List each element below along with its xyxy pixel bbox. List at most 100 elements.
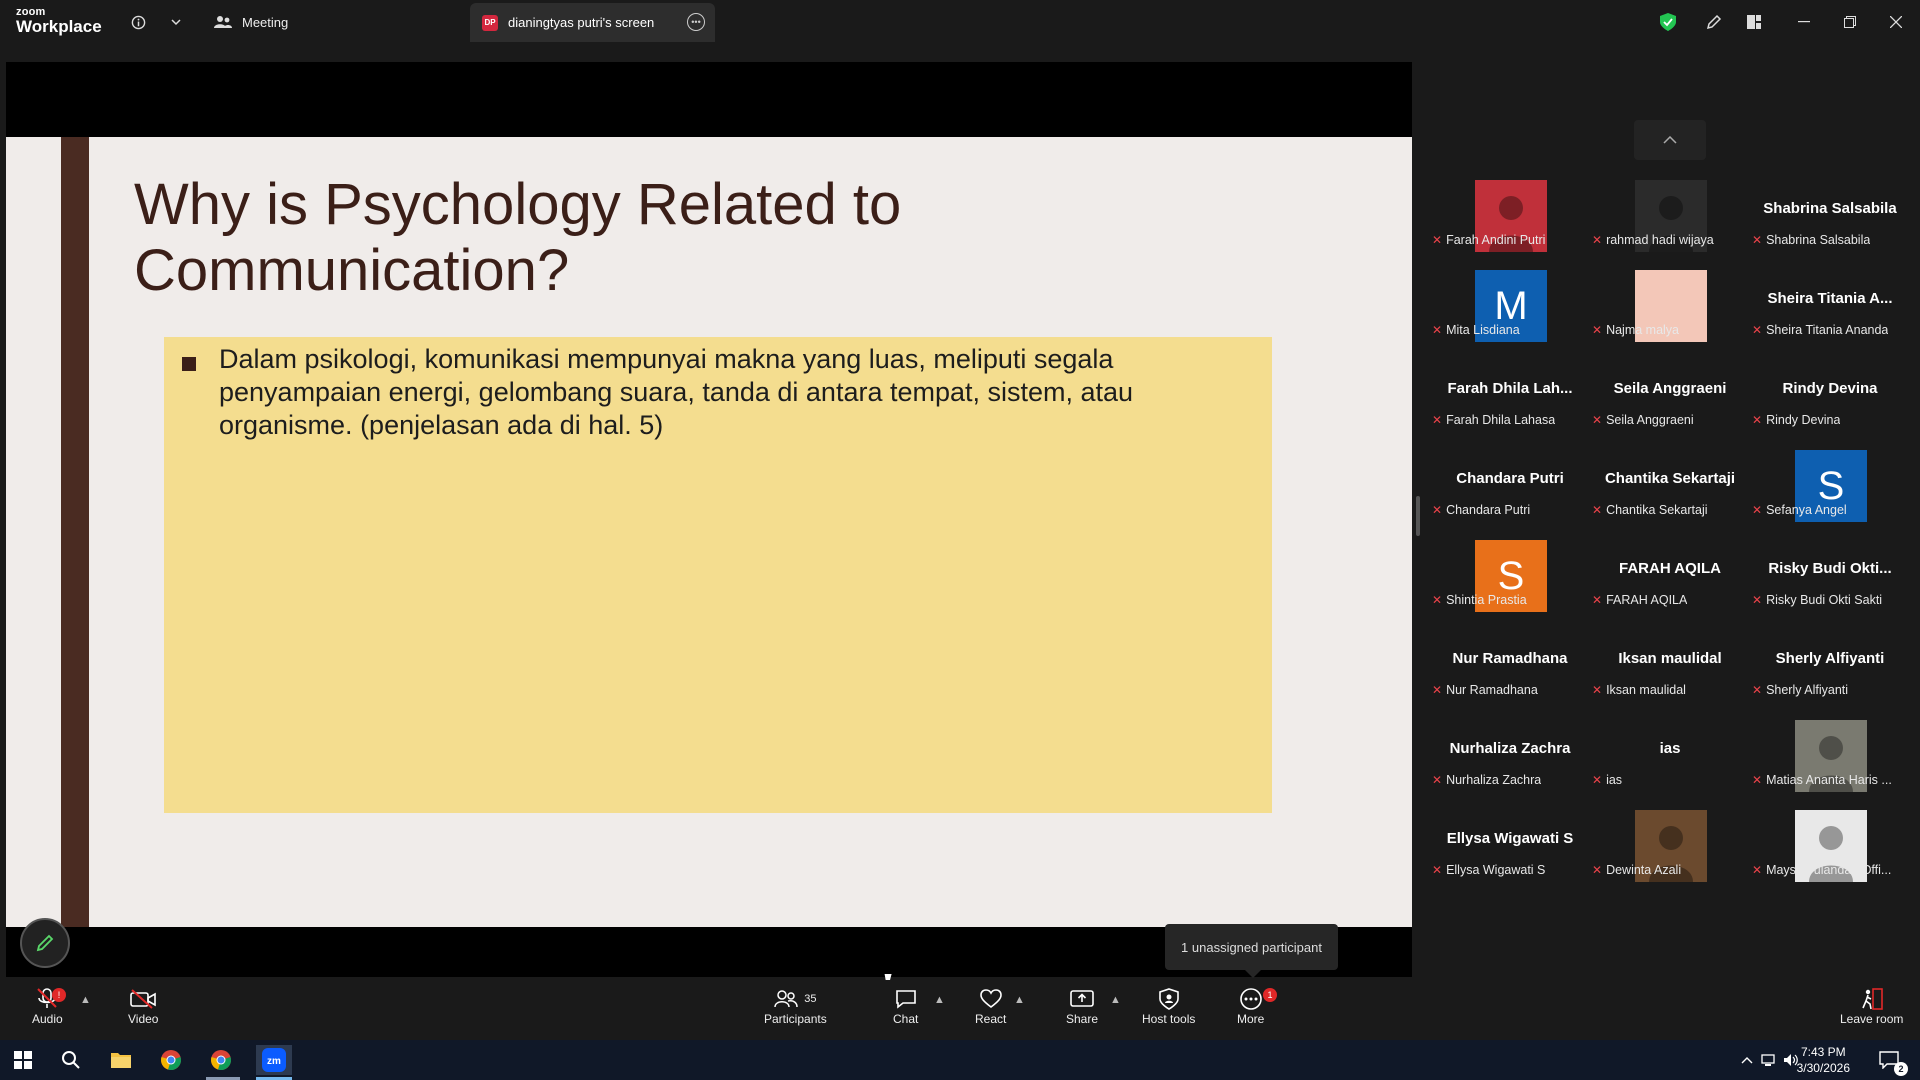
host-tools-button[interactable]: Host tools bbox=[1142, 986, 1195, 1026]
gallery-scroll-up-button[interactable] bbox=[1634, 120, 1706, 160]
slide-title: Why is Psychology Related to Communicati… bbox=[134, 172, 902, 303]
tab-meeting[interactable]: Meeting bbox=[214, 8, 288, 36]
participant-name-label: ✕ Seila Anggraeni bbox=[1590, 409, 1694, 431]
participant-tile[interactable]: ✕ Matias Ananta Haris ... bbox=[1750, 704, 1910, 794]
chevron-down-icon[interactable] bbox=[166, 12, 186, 32]
participant-tile[interactable]: Nurhaliza Zachra ✕ Nurhaliza Zachra bbox=[1430, 704, 1590, 794]
participant-name-label: ✕ Chantika Sekartaji bbox=[1590, 499, 1708, 521]
leave-room-label: Leave room bbox=[1840, 1012, 1904, 1026]
react-options-caret-icon[interactable]: ▲ bbox=[1014, 994, 1025, 1006]
participant-tile[interactable]: Shabrina Salsabila ✕ Shabrina Salsabila bbox=[1750, 164, 1910, 254]
search-icon[interactable] bbox=[56, 1045, 86, 1075]
audio-options-caret-icon[interactable]: ▲ bbox=[80, 994, 91, 1006]
participants-icon bbox=[774, 990, 798, 1008]
participant-name: Chantika Sekartaji bbox=[1606, 503, 1708, 517]
participant-tile[interactable]: Ellysa Wigawati S ✕ Ellysa Wigawati S bbox=[1430, 794, 1590, 884]
zoom-window: zoom Workplace Meeting DP dianingtyas pu… bbox=[0, 0, 1920, 1080]
more-notification-badge: 1 bbox=[1263, 988, 1277, 1002]
share-options-caret-icon[interactable]: ▲ bbox=[1110, 994, 1121, 1006]
participant-tile[interactable]: Seila Anggraeni ✕ Seila Anggraeni bbox=[1590, 344, 1750, 434]
participant-display-name: Risky Budi Okti... bbox=[1768, 560, 1892, 577]
chat-options-caret-icon[interactable]: ▲ bbox=[934, 994, 945, 1006]
participant-name: Chandara Putri bbox=[1446, 503, 1531, 517]
participant-tile[interactable]: ✕ Dewinta Azali bbox=[1590, 794, 1750, 884]
tab-shared-screen[interactable]: DP dianingtyas putri's screen ••• bbox=[470, 3, 715, 42]
file-explorer-icon[interactable] bbox=[106, 1045, 136, 1075]
chevron-up-icon bbox=[1663, 136, 1677, 144]
react-button[interactable]: React bbox=[975, 986, 1006, 1026]
participant-name-label: ✕ Nur Ramadhana bbox=[1430, 679, 1538, 701]
pen-icon[interactable] bbox=[1704, 12, 1724, 32]
svg-text:zm: zm bbox=[267, 1056, 281, 1067]
chrome-profile-icon[interactable] bbox=[206, 1045, 236, 1075]
system-clock[interactable]: 7:43 PM 3/30/2026 bbox=[1797, 1044, 1850, 1076]
participant-tile[interactable]: S ✕ Sefanya Angel bbox=[1750, 434, 1910, 524]
participant-name-label: ✕ Chandara Putri bbox=[1430, 499, 1530, 521]
video-label: Video bbox=[128, 1012, 159, 1026]
mic-muted-icon: ✕ bbox=[1592, 503, 1603, 517]
participant-tile[interactable]: Sheira Titania A... ✕ Sheira Titania Anand… bbox=[1750, 254, 1910, 344]
participant-tile[interactable]: Nur Ramadhana ✕ Nur Ramadhana bbox=[1430, 614, 1590, 704]
participant-tile[interactable]: M ✕ Mita Lisdiana bbox=[1430, 254, 1590, 344]
participant-name: Maysi Wulandari Offi... bbox=[1766, 863, 1892, 877]
leave-icon bbox=[1860, 986, 1884, 1012]
unassigned-participant-tooltip: 1 unassigned participant bbox=[1165, 924, 1338, 978]
participant-tile[interactable]: ✕ Farah Andini Putri bbox=[1430, 164, 1590, 254]
more-label: More bbox=[1237, 1012, 1265, 1026]
participant-tile[interactable]: Farah Dhila Lah... ✕ Farah Dhila Lahasa bbox=[1430, 344, 1590, 434]
participant-tile[interactable]: Rindy Devina ✕ Rindy Devina bbox=[1750, 344, 1910, 434]
participant-display-name: Chandara Putri bbox=[1456, 470, 1564, 487]
participants-button[interactable]: 35 Participants bbox=[764, 986, 827, 1026]
restore-icon[interactable] bbox=[1838, 10, 1862, 34]
slide-decoration-bar bbox=[61, 137, 89, 927]
zoom-taskbar-icon[interactable]: zm bbox=[256, 1045, 292, 1075]
share-button[interactable]: Share bbox=[1066, 986, 1098, 1026]
host-shield-icon bbox=[1158, 986, 1179, 1012]
mic-muted-icon: ✕ bbox=[1752, 413, 1763, 427]
participant-tile[interactable]: Sherly Alfiyanti ✕ Sherly Alfiyanti bbox=[1750, 614, 1910, 704]
participant-tile[interactable]: ✕ Najma malya bbox=[1590, 254, 1750, 344]
video-button[interactable]: Video bbox=[128, 986, 158, 1026]
participant-tile[interactable]: ✕ rahmad hadi wijaya bbox=[1590, 164, 1750, 254]
participant-name: Iksan maulidal bbox=[1606, 683, 1686, 697]
participant-tile[interactable]: Iksan maulidal ✕ Iksan maulidal bbox=[1590, 614, 1750, 704]
chat-icon bbox=[895, 986, 917, 1012]
participant-name: Sherly Alfiyanti bbox=[1766, 683, 1849, 697]
participant-display-name: Chantika Sekartaji bbox=[1604, 470, 1736, 487]
participant-name-label: ✕ rahmad hadi wijaya bbox=[1590, 229, 1714, 251]
participant-name: Rindy Devina bbox=[1766, 413, 1841, 427]
participant-tile[interactable]: Chantika Sekartaji ✕ Chantika Sekartaji bbox=[1590, 434, 1750, 524]
layout-icon[interactable] bbox=[1744, 12, 1764, 32]
participant-tile[interactable]: ias ✕ ias bbox=[1590, 704, 1750, 794]
video-off-icon bbox=[130, 986, 157, 1012]
shield-check-icon[interactable] bbox=[1658, 12, 1678, 32]
participant-tile[interactable]: ✕ Maysi Wulandari Offi... bbox=[1750, 794, 1910, 884]
react-label: React bbox=[975, 1012, 1007, 1026]
participant-tile[interactable]: FARAH AQILA ✕ FARAH AQILA bbox=[1590, 524, 1750, 614]
close-icon[interactable] bbox=[1884, 10, 1908, 34]
annotate-pencil-button[interactable] bbox=[20, 918, 70, 968]
chrome-icon[interactable] bbox=[156, 1045, 186, 1075]
participant-tile[interactable]: S ✕ Shintia Prastia bbox=[1430, 524, 1590, 614]
participant-tile[interactable]: Chandara Putri ✕ Chandara Putri bbox=[1430, 434, 1590, 524]
leave-room-button[interactable]: Leave room bbox=[1840, 986, 1903, 1026]
presenter-avatar: DP bbox=[482, 14, 498, 31]
audio-label: Audio bbox=[32, 1012, 63, 1026]
participant-name: ias bbox=[1606, 773, 1623, 787]
more-button[interactable]: More bbox=[1237, 986, 1264, 1026]
windows-start-icon[interactable] bbox=[8, 1045, 38, 1075]
minimize-icon[interactable] bbox=[1792, 10, 1816, 34]
mic-muted-icon: ✕ bbox=[1752, 593, 1763, 607]
participants-count: 35 bbox=[804, 993, 817, 1005]
mic-muted-icon: ✕ bbox=[1592, 773, 1603, 787]
participant-name: Nurhaliza Zachra bbox=[1446, 773, 1542, 787]
chat-button[interactable]: Chat bbox=[893, 986, 918, 1026]
more-options-icon[interactable]: ••• bbox=[687, 13, 705, 31]
mic-muted-icon: ✕ bbox=[1752, 323, 1763, 337]
participant-tile[interactable]: Risky Budi Okti... ✕ Risky Budi Okti Sakti bbox=[1750, 524, 1910, 614]
participant-name: Seila Anggraeni bbox=[1606, 413, 1694, 427]
info-icon[interactable] bbox=[128, 12, 148, 32]
participant-name: Najma malya bbox=[1606, 323, 1679, 337]
participant-name: Matias Ananta Haris ... bbox=[1766, 773, 1892, 787]
panel-resize-handle[interactable] bbox=[1416, 496, 1420, 536]
